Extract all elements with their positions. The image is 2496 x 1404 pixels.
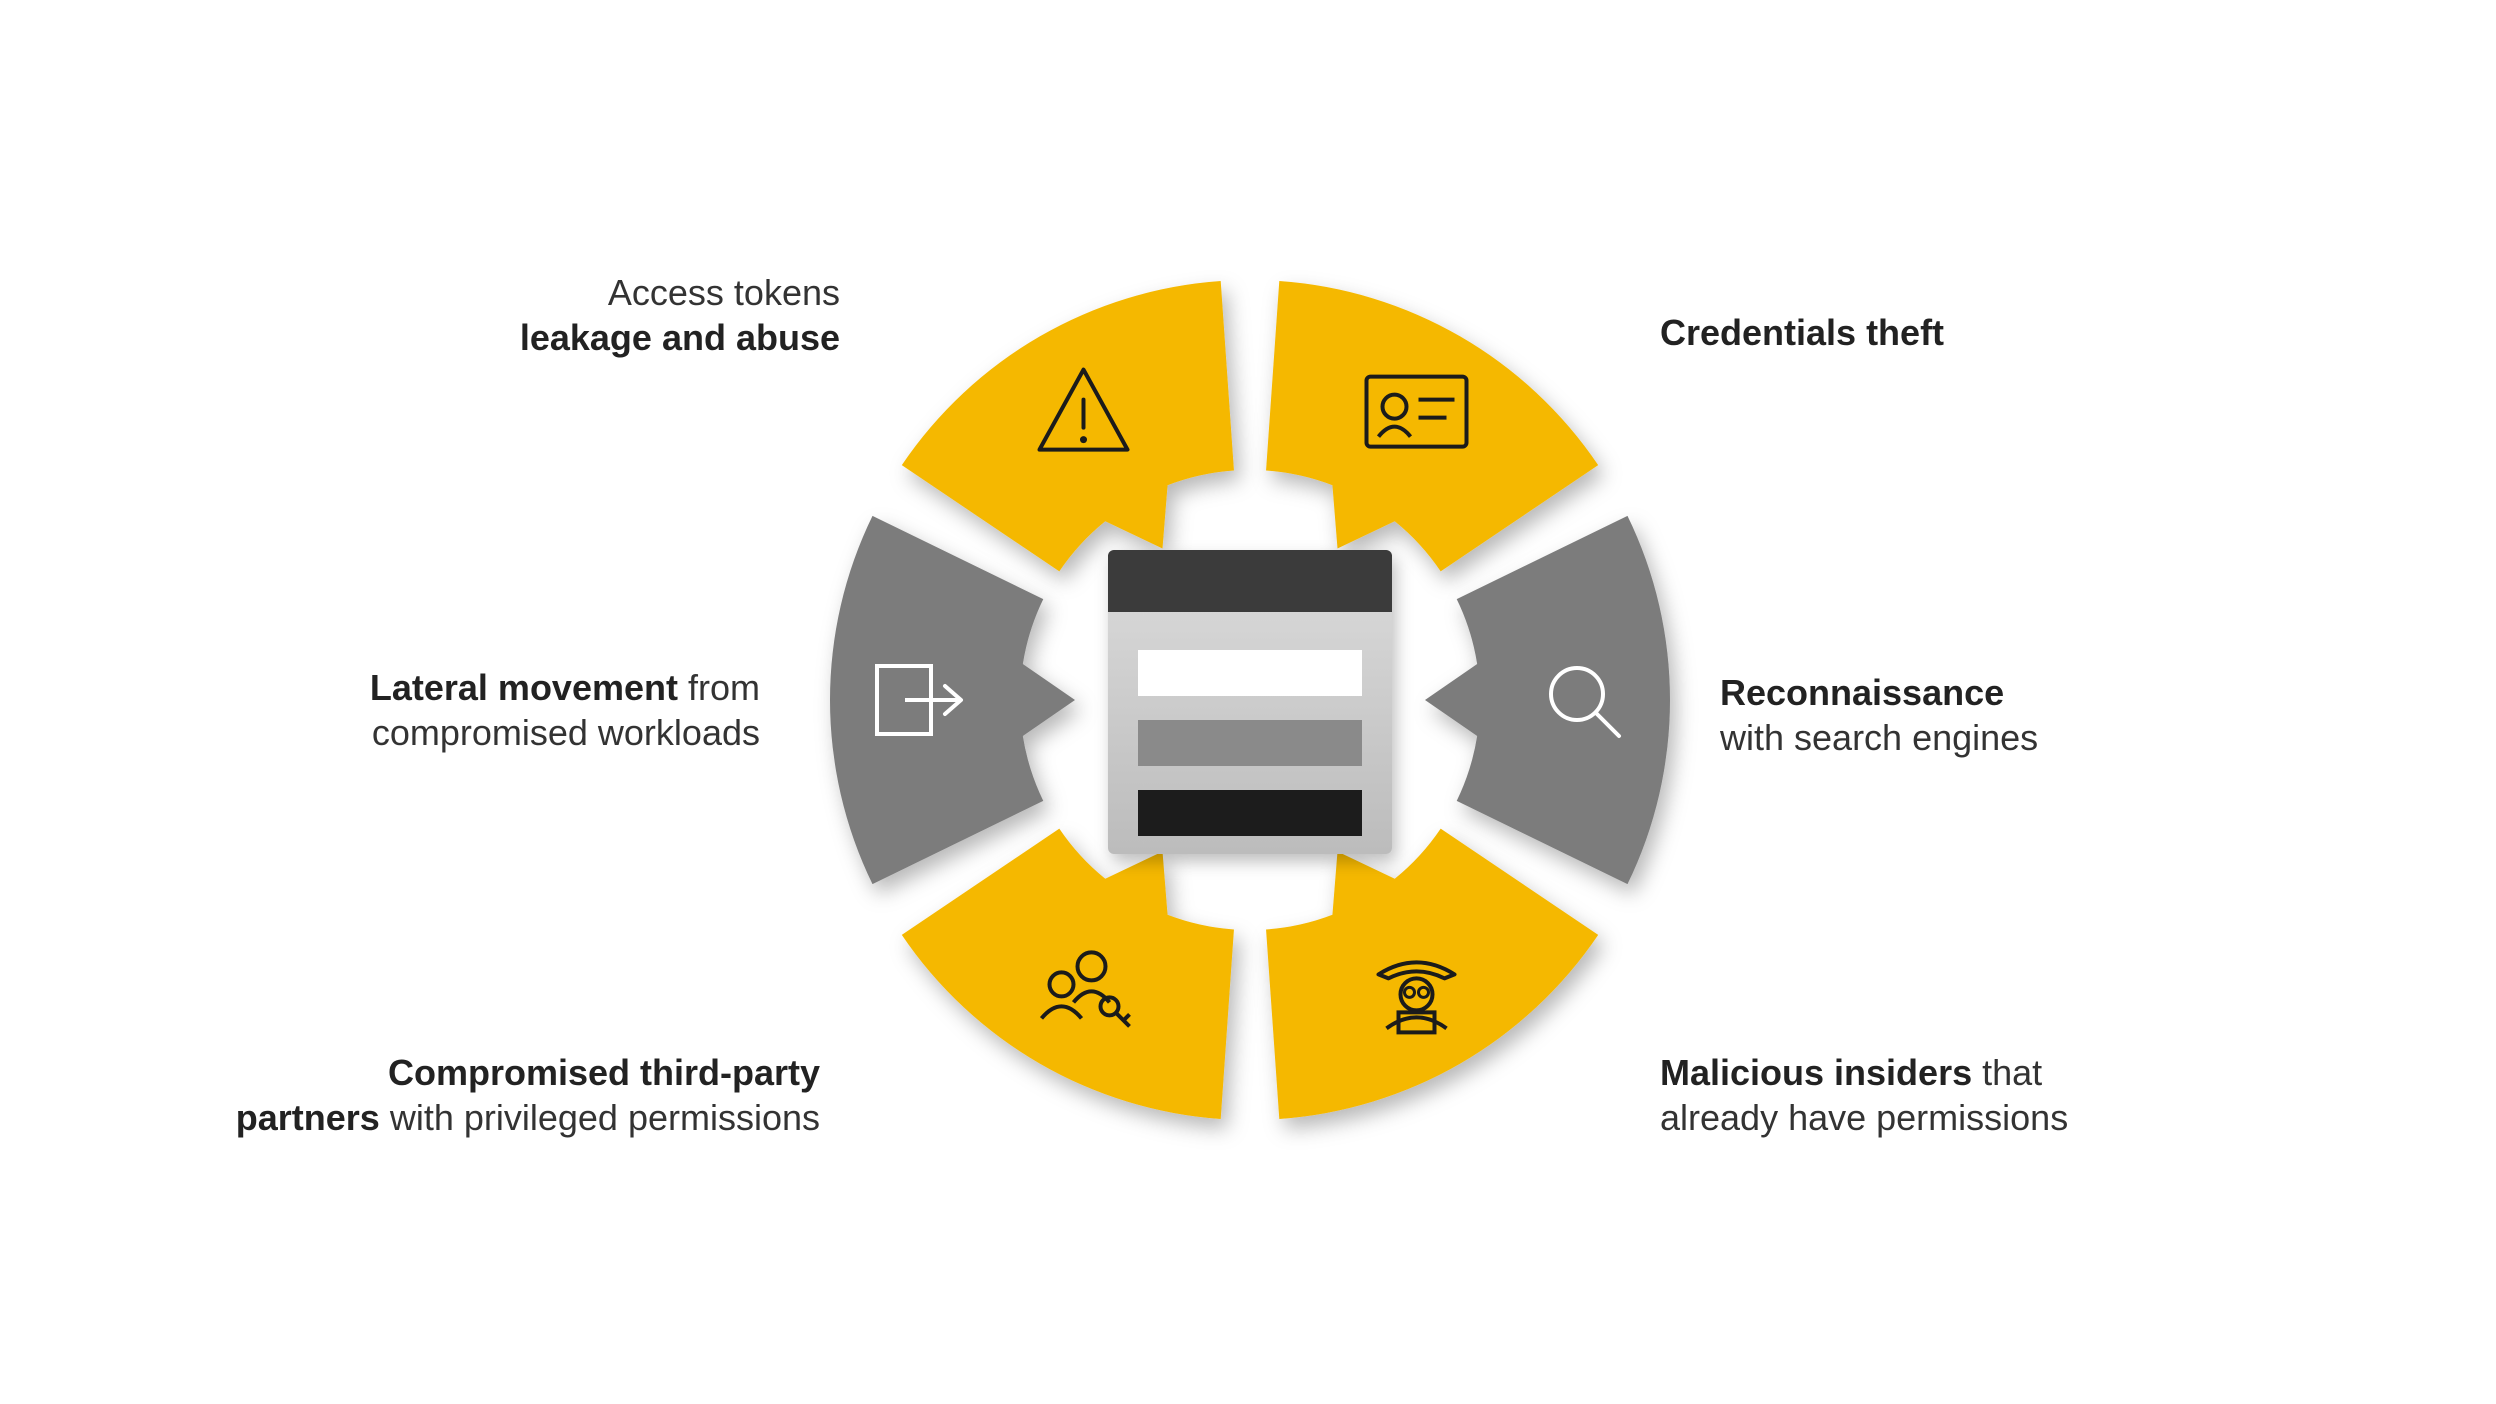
threat-diagram: Credentials theft Reconnaissance with se… bbox=[0, 0, 2496, 1404]
label-credentials: Credentials theft bbox=[1660, 310, 2180, 355]
management-portal-icon bbox=[1108, 550, 1392, 854]
label-tokens: Access tokens leakage and abuse bbox=[340, 270, 840, 360]
segment-recon bbox=[1425, 516, 1670, 884]
label-third-party: Compromised third-party partners with pr… bbox=[120, 1050, 820, 1140]
label-insiders: Malicious insiders that already have per… bbox=[1660, 1050, 2200, 1140]
segment-credentials bbox=[1266, 281, 1598, 571]
label-recon: Reconnaissance with search engines bbox=[1720, 670, 2240, 760]
label-lateral: Lateral movement from compromised worklo… bbox=[200, 665, 760, 755]
segment-tokens bbox=[902, 281, 1234, 571]
